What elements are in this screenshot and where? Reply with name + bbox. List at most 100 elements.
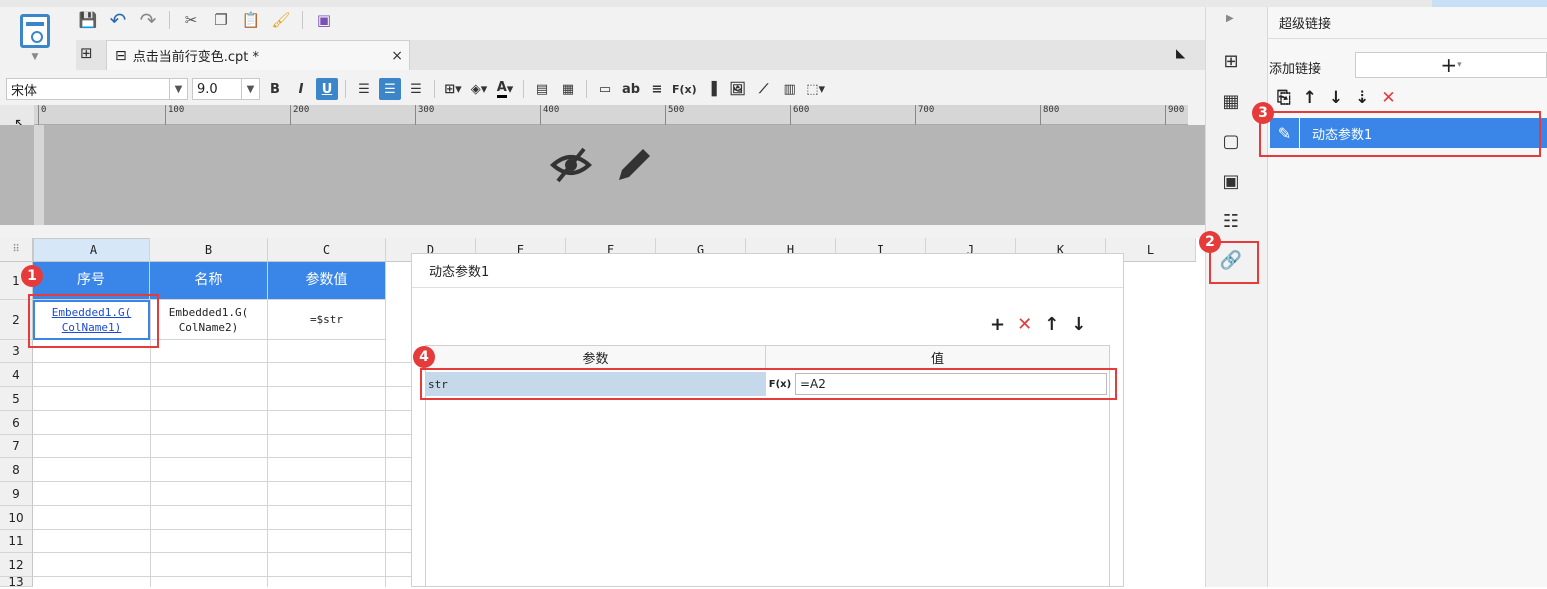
chevron-down-icon: ▼ xyxy=(31,52,39,62)
cut-icon[interactable]: ✂ xyxy=(179,9,203,31)
ruler-tick: 200 xyxy=(290,105,309,125)
row-header[interactable]: 7 xyxy=(0,435,33,458)
subreport-icon[interactable]: ▥ xyxy=(779,78,801,100)
arrow-down-icon[interactable]: ↓ xyxy=(1071,314,1086,335)
chevron-down-icon[interactable]: ▼ xyxy=(169,79,187,99)
widget-icon[interactable]: ▣ xyxy=(1218,168,1244,194)
cell-c2[interactable]: =$str xyxy=(268,300,386,340)
panel-title: 超级链接 xyxy=(1267,7,1547,39)
border-icon[interactable]: ⊞▾ xyxy=(442,78,464,100)
arrow-up-icon[interactable]: ↑ xyxy=(1044,314,1059,335)
arrow-up-icon[interactable]: ↑ xyxy=(1303,88,1317,108)
slash-icon[interactable]: ⟋ xyxy=(753,78,775,100)
grid-line xyxy=(33,529,413,530)
cell-b2[interactable]: Embedded1.G( ColName2) xyxy=(150,300,268,340)
delete-icon[interactable]: ✕ xyxy=(1017,314,1032,335)
ruler-tick: 400 xyxy=(540,105,559,125)
row-header[interactable]: 12 xyxy=(0,553,33,577)
step-badge: 2 xyxy=(1199,231,1221,253)
step-badge: 3 xyxy=(1252,102,1274,124)
quick-toolbar: 💾 ↶ ↷ ✂ ❐ 📋 🖌 ▣ xyxy=(76,8,336,32)
pin-icon[interactable]: ◣ xyxy=(1176,46,1185,60)
frame-icon[interactable]: ⬚▾ xyxy=(805,78,827,100)
redo-icon[interactable]: ↷ xyxy=(136,8,160,32)
font-size-select[interactable]: 9.0 ▼ xyxy=(192,78,260,100)
grid-icon[interactable]: ⊞ xyxy=(80,44,102,66)
format-toolbar: 宋体 ▼ 9.0 ▼ B I U ☰ ☰ ☰ ⊞▾ ◈▾ A ▾ ▤ ▦ ▭ ab… xyxy=(6,76,827,102)
underline-button[interactable]: U xyxy=(316,78,338,100)
font-size-value: 9.0 xyxy=(197,81,218,97)
condition-icon[interactable]: ▦ xyxy=(1218,88,1244,114)
tab-file[interactable]: ⊟ 点击当前行变色.cpt * × xyxy=(106,40,410,70)
collapse-arrow-icon[interactable]: ▶ xyxy=(1226,13,1234,24)
edit-pencil-icon[interactable] xyxy=(613,144,655,184)
row-header[interactable]: 8 xyxy=(0,458,33,482)
row-header[interactable]: 4 xyxy=(0,363,33,387)
undo-icon[interactable]: ↶ xyxy=(106,8,130,32)
add-icon[interactable]: + xyxy=(990,314,1005,335)
text-ab-button[interactable]: ab xyxy=(620,78,642,100)
row-header[interactable]: 13 xyxy=(0,575,33,589)
highlight-box xyxy=(420,368,1117,400)
row-header[interactable]: 5 xyxy=(0,387,33,411)
close-icon[interactable]: × xyxy=(391,48,403,64)
image-icon[interactable]: 🖼 xyxy=(727,78,749,100)
paste-icon[interactable]: 📋 xyxy=(239,9,263,31)
cell-b1[interactable]: 名称 xyxy=(150,262,268,300)
chart-icon[interactable]: ▐ xyxy=(701,78,723,100)
grid-line xyxy=(33,505,413,506)
horizontal-ruler: 0 100 200 300 400 500 600 700 800 900 xyxy=(34,105,1188,125)
richtext-icon[interactable]: ≡ xyxy=(646,78,668,100)
text-field-icon[interactable]: ▭ xyxy=(594,78,616,100)
hidden-eye-icon[interactable] xyxy=(550,145,592,185)
column-header[interactable]: A xyxy=(33,238,150,262)
sort-icon[interactable]: ⇣ xyxy=(1355,88,1369,108)
arrow-down-icon[interactable]: ↓ xyxy=(1329,88,1343,108)
column-header[interactable]: C xyxy=(268,238,386,262)
format-painter-icon[interactable]: 🖌 xyxy=(269,9,293,31)
chevron-down-icon[interactable]: ▼ xyxy=(241,79,259,99)
copy-icon[interactable]: ⎘ xyxy=(1277,88,1291,108)
window-accent xyxy=(1432,0,1547,7)
delete-icon[interactable]: ✕ xyxy=(1381,88,1395,108)
divider xyxy=(434,80,435,98)
column-header[interactable]: B xyxy=(150,238,268,262)
cell-attribute-icon[interactable]: ⊞ xyxy=(1218,48,1244,74)
save-icon[interactable]: 💾 xyxy=(76,9,100,31)
align-center-icon[interactable]: ☰ xyxy=(379,78,401,100)
ruler-tick: 100 xyxy=(165,105,184,125)
app-menu-button[interactable]: ▼ xyxy=(8,10,62,68)
align-right-icon[interactable]: ☰ xyxy=(405,78,427,100)
grid-line xyxy=(33,481,413,482)
italic-button[interactable]: I xyxy=(290,78,312,100)
copy-icon[interactable]: ❐ xyxy=(209,9,233,31)
ruler-tick: 0 xyxy=(38,105,46,125)
row-header[interactable]: 9 xyxy=(0,482,33,506)
grid-line xyxy=(33,410,413,411)
frame-icon[interactable]: ▢ xyxy=(1218,128,1244,154)
bold-button[interactable]: B xyxy=(264,78,286,100)
add-link-button[interactable]: + ▾ xyxy=(1355,52,1547,78)
row-header[interactable]: 10 xyxy=(0,506,33,530)
select-all-icon[interactable]: ⠿ xyxy=(0,238,33,262)
step-badge: 1 xyxy=(21,265,43,287)
grid-line xyxy=(33,386,413,387)
header-canvas xyxy=(0,125,1205,225)
fill-color-icon[interactable]: ◈▾ xyxy=(468,78,490,100)
ruler-tick: 700 xyxy=(915,105,934,125)
align-left-icon[interactable]: ☰ xyxy=(353,78,375,100)
row-header[interactable]: 11 xyxy=(0,530,33,553)
template-icon[interactable]: ▣ xyxy=(312,9,336,31)
font-value: 宋体 xyxy=(11,83,38,99)
top-strip xyxy=(0,0,1547,7)
row-header[interactable]: 6 xyxy=(0,411,33,435)
dialog-title: 动态参数1 xyxy=(412,254,1123,288)
merge-icon[interactable]: ▤ xyxy=(531,78,553,100)
document-icon xyxy=(20,14,50,48)
font-color-button[interactable]: A ▾ xyxy=(494,78,516,100)
cell-c1[interactable]: 参数值 xyxy=(268,262,386,300)
font-select[interactable]: 宋体 ▼ xyxy=(6,78,188,100)
form-icon[interactable]: ☷ xyxy=(1218,208,1244,234)
formula-button[interactable]: F(x) xyxy=(672,78,697,100)
unmerge-icon[interactable]: ▦ xyxy=(557,78,579,100)
